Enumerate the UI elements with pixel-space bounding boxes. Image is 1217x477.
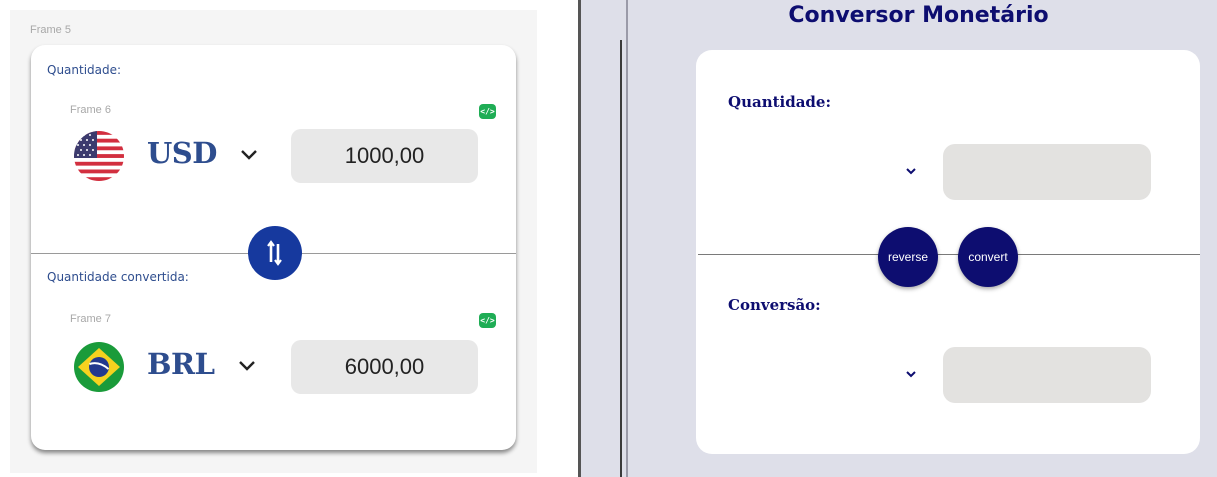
swap-button[interactable] (248, 226, 302, 280)
chevron-down-icon (906, 168, 916, 175)
brazil-flag-icon (74, 342, 124, 392)
currency-code-from: USD (147, 136, 217, 170)
frame-6: Frame 6 </> USD 1000,00 (51, 104, 496, 219)
currency-select-from[interactable] (896, 161, 926, 181)
separator-line-middle (620, 40, 622, 477)
app-preview-pane: Conversor Monetário Quantidade: reverse … (628, 0, 1217, 477)
code-badge-icon[interactable]: </> (479, 104, 496, 119)
design-mockup-pane: Frame 5 Quantidade: Frame 6 </> USD 1000… (0, 0, 578, 477)
converted-input-mockup[interactable]: 6000,00 (291, 340, 478, 394)
frame-6-label: Frame 6 (70, 104, 111, 116)
converter-card-mockup: Quantidade: Frame 6 </> USD 1000,00 Quan… (31, 45, 516, 450)
frame-5: Frame 5 Quantidade: Frame 6 </> USD 1000… (10, 10, 537, 473)
converter-card: Quantidade: reverse convert Conversão: (696, 50, 1200, 454)
swap-vertical-icon (267, 240, 282, 266)
amount-input-mockup[interactable]: 1000,00 (291, 129, 478, 183)
amount-input[interactable] (943, 144, 1151, 200)
separator-line-left (578, 0, 581, 477)
frame-7-label: Frame 7 (70, 313, 111, 325)
conversion-input[interactable] (943, 347, 1151, 403)
chevron-down-icon (906, 371, 916, 378)
card-divider (698, 254, 1200, 255)
conversion-label: Conversão: (728, 296, 821, 314)
currency-code-to: BRL (147, 347, 215, 381)
page-title: Conversor Monetário (788, 3, 1049, 28)
reverse-button[interactable]: reverse (878, 227, 938, 287)
frame-7: Frame 7 </> BRL 6000,00 (51, 313, 496, 428)
amount-label: Quantidade: (728, 93, 832, 111)
frame-5-label: Frame 5 (30, 24, 71, 36)
currency-select-to[interactable] (896, 364, 926, 384)
amount-label: Quantidade: (47, 63, 122, 77)
chevron-down-icon[interactable] (239, 148, 259, 162)
convert-button[interactable]: convert (958, 227, 1018, 287)
us-flag-icon (74, 131, 124, 181)
converted-label: Quantidade convertida: (47, 270, 189, 284)
code-badge-icon[interactable]: </> (479, 313, 496, 328)
pane-separator[interactable] (578, 0, 628, 477)
chevron-down-icon[interactable] (237, 359, 257, 373)
